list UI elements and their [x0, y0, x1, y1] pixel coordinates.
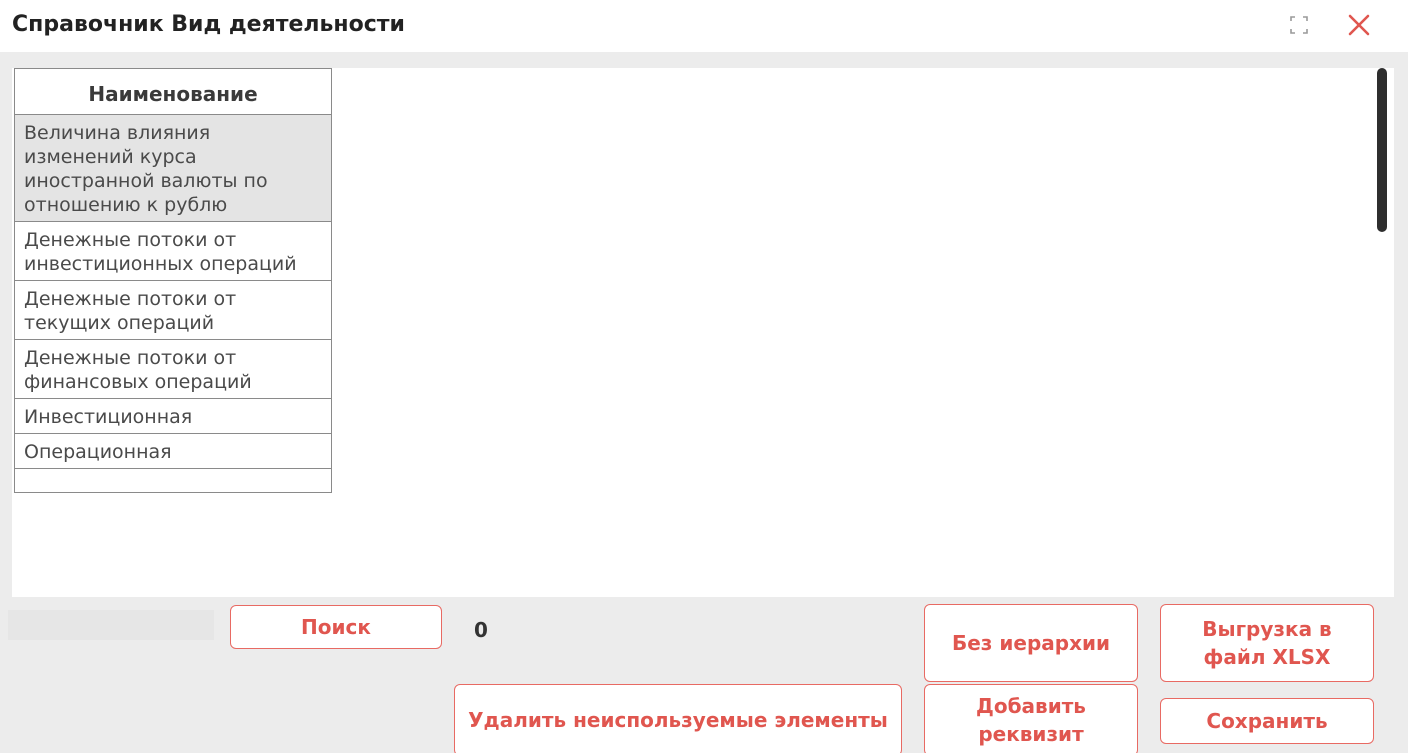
no-hierarchy-button[interactable]: Без иерархии [924, 604, 1138, 682]
table-row[interactable]: Величина влияния изменений курса иностра… [15, 115, 331, 222]
table-row[interactable]: Денежные потоки от инвестиционных операц… [15, 222, 331, 281]
search-button[interactable]: Поиск [230, 605, 442, 649]
result-count: 0 [474, 618, 488, 642]
dialog-window: Справочник Вид деятельности Наименование… [0, 0, 1408, 753]
export-xlsx-button-label: Выгрузка в файл XLSX [1202, 617, 1332, 669]
delete-unused-button-label: Удалить неиспользуемые элементы [468, 708, 888, 732]
column-header-name[interactable]: Наименование [15, 69, 331, 115]
data-table: Наименование Величина влияния изменений … [14, 68, 332, 493]
delete-unused-button[interactable]: Удалить неиспользуемые элементы [454, 684, 902, 753]
no-hierarchy-button-label: Без иерархии [951, 631, 1111, 655]
add-attribute-button-label: Добавить реквизит [976, 694, 1086, 746]
save-button[interactable]: Сохранить [1160, 698, 1374, 744]
search-button-label: Поиск [301, 615, 371, 639]
export-xlsx-button[interactable]: Выгрузка в файл XLSX [1160, 604, 1374, 682]
add-attribute-button[interactable]: Добавить реквизит [924, 684, 1138, 753]
vertical-scrollbar[interactable] [1377, 68, 1387, 232]
table-row[interactable]: Денежные потоки от текущих операций [15, 281, 331, 340]
table-row[interactable]: Инвестиционная [15, 399, 331, 434]
save-button-label: Сохранить [1206, 709, 1328, 733]
window-title: Справочник Вид деятельности [12, 12, 405, 37]
title-bar: Справочник Вид деятельности [0, 0, 1408, 52]
table-row[interactable]: Денежные потоки от финансовых операций [15, 340, 331, 399]
table-row-partial[interactable] [15, 469, 331, 493]
search-input[interactable] [8, 610, 214, 640]
close-icon[interactable] [1344, 10, 1374, 40]
expand-icon[interactable] [1288, 14, 1310, 36]
table-row[interactable]: Операционная [15, 434, 331, 469]
